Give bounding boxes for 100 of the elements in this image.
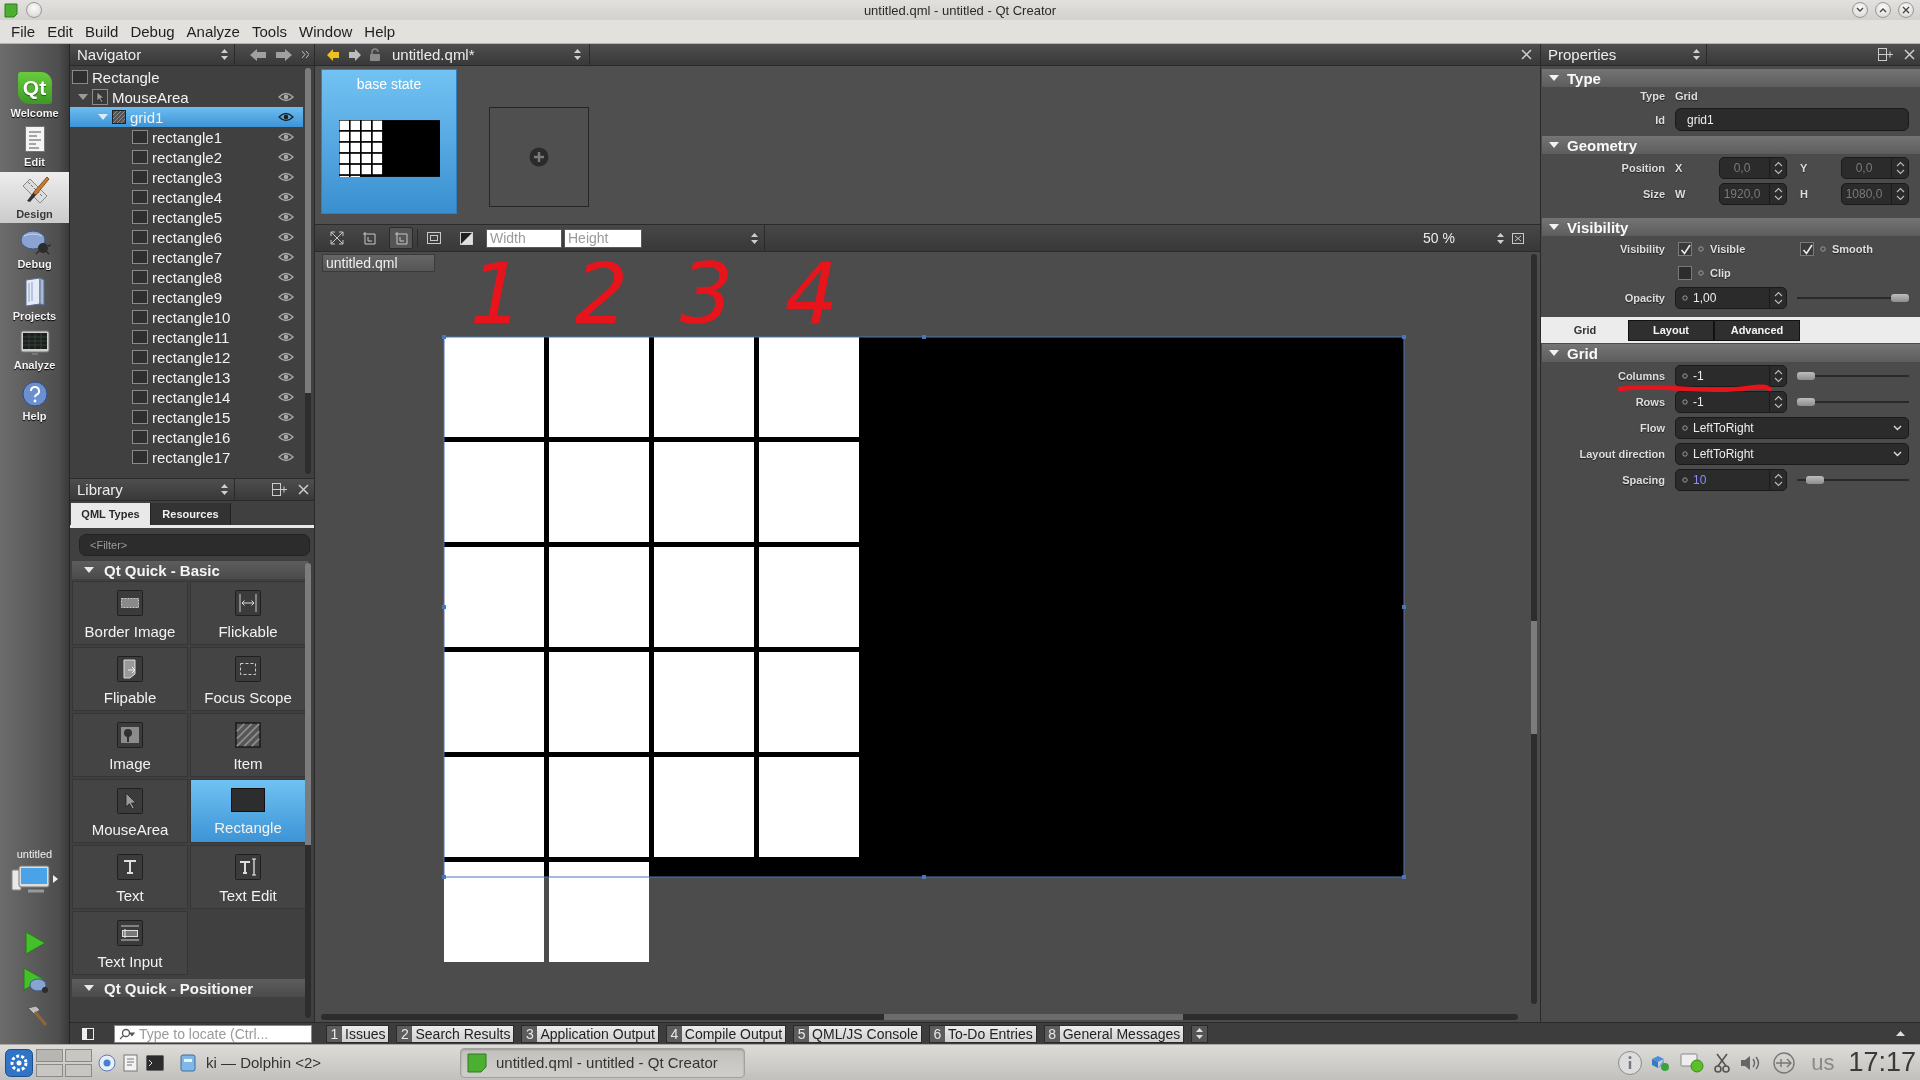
mode-button[interactable]: Help [0, 376, 69, 427]
panel-selector[interactable]: Properties [1541, 44, 1707, 65]
sidebar-toggle-button[interactable] [80, 1025, 96, 1042]
tree-item[interactable]: rectangle3 [70, 167, 303, 187]
section-header[interactable]: Qt Quick - Basic [72, 561, 308, 579]
library-item[interactable]: Item [190, 713, 306, 777]
library-item[interactable]: Image [72, 713, 188, 777]
zoom-selector[interactable]: 50 % [1400, 225, 1510, 251]
tab[interactable]: Layout [1628, 319, 1714, 341]
section-header[interactable]: Qt Quick - Positioner [72, 979, 308, 997]
tree-item[interactable]: rectangle7 [70, 247, 303, 267]
info-icon[interactable] [1617, 1049, 1644, 1076]
tab[interactable]: Advanced [1714, 319, 1800, 341]
eye-icon[interactable] [278, 352, 294, 362]
section-header[interactable]: Visibility [1542, 218, 1920, 236]
spin-box[interactable]: -1 [1675, 365, 1787, 387]
eye-icon[interactable] [278, 412, 294, 422]
height-field[interactable]: Height [564, 228, 642, 248]
checkbox[interactable] [1678, 266, 1692, 280]
menu-item[interactable]: Tools [245, 20, 293, 43]
tree-item[interactable]: rectangle1 [70, 127, 303, 147]
scrollbar[interactable] [305, 563, 311, 1018]
tab[interactable]: QML Types [71, 503, 151, 525]
eye-icon[interactable] [278, 312, 294, 322]
checkbox[interactable] [1800, 242, 1814, 256]
library-item[interactable]: MouseArea [72, 779, 188, 843]
tree-item[interactable]: rectangle8 [70, 267, 303, 287]
library-item[interactable]: Flickable [190, 581, 306, 645]
tree-item[interactable]: rectangle10 [70, 307, 303, 327]
panel-selector[interactable]: Navigator [70, 44, 235, 65]
globe-icon[interactable] [98, 1053, 116, 1072]
locator-field[interactable]: Type to locate (Ctrl... [114, 1024, 312, 1043]
tree-item[interactable]: MouseArea [70, 87, 303, 107]
menu-item[interactable]: Help [358, 20, 402, 43]
spin-box[interactable]: 1,00 [1675, 287, 1787, 309]
eye-icon[interactable] [278, 332, 294, 342]
notes-icon[interactable] [122, 1053, 140, 1072]
scrollbar[interactable] [321, 1014, 1518, 1020]
output-pane-button[interactable]: 2 Search Results [396, 1024, 515, 1043]
eye-icon[interactable] [278, 292, 294, 302]
tab[interactable]: Grid [1542, 319, 1628, 341]
eye-icon[interactable] [278, 232, 294, 242]
slider-track[interactable] [1797, 398, 1909, 406]
tree-item[interactable]: rectangle4 [70, 187, 303, 207]
task-button[interactable]: untitled.qml - untitled - Qt Creator [460, 1047, 745, 1078]
tree-item[interactable]: rectangle11 [70, 327, 303, 347]
eye-icon[interactable] [278, 192, 294, 202]
mode-button[interactable]: Design [0, 172, 69, 223]
section-header[interactable]: Geometry [1542, 136, 1920, 154]
scrollbar[interactable] [305, 68, 311, 474]
maximize-button[interactable] [1875, 2, 1891, 18]
eye-icon[interactable] [278, 272, 294, 282]
menu-item[interactable]: Debug [124, 20, 181, 43]
slider-track[interactable] [1797, 294, 1909, 302]
filter-field[interactable]: <Filter> [79, 534, 310, 556]
combo-box[interactable]: LeftToRight [1675, 443, 1909, 465]
library-item[interactable]: Text Input [72, 911, 188, 975]
library-item[interactable]: Flipable [72, 647, 188, 711]
tree-item[interactable]: rectangle16 [70, 427, 303, 447]
slider-thumb[interactable] [1797, 398, 1815, 406]
tree-item[interactable]: rectangle12 [70, 347, 303, 367]
document-tab[interactable]: untitled.qml [322, 254, 435, 272]
mode-button[interactable]: Debug [0, 223, 69, 274]
width-field[interactable]: Width [486, 228, 562, 248]
library-item[interactable]: Focus Scope [190, 647, 306, 711]
menu-item[interactable]: File [5, 20, 42, 43]
spin-box[interactable]: -1 [1675, 391, 1787, 413]
eye-icon[interactable] [278, 172, 294, 182]
library-item[interactable]: Border Image [72, 581, 188, 645]
tab[interactable]: Resources [151, 503, 231, 525]
tree-item[interactable]: rectangle17 [70, 447, 303, 467]
tree-item[interactable]: rectangle5 [70, 207, 303, 227]
section-header[interactable]: Type [1542, 69, 1920, 87]
output-pane-button[interactable]: 4 Compile Output [665, 1024, 787, 1043]
file-selector[interactable]: untitled.qml* [386, 44, 590, 65]
combo-box[interactable]: LeftToRight [1675, 417, 1909, 439]
tree-item[interactable]: rectangle6 [70, 227, 303, 247]
eye-icon[interactable] [278, 152, 294, 162]
panel-selector[interactable]: Library [70, 479, 235, 500]
eye-icon[interactable] [278, 372, 294, 382]
mode-button[interactable]: Projects [0, 274, 69, 325]
output-pane-button[interactable]: 1 Issues [326, 1024, 390, 1043]
mode-button[interactable]: Edit [0, 121, 69, 172]
section-header[interactable]: Grid [1542, 344, 1920, 362]
spin-box[interactable]: 10 [1675, 469, 1787, 491]
eye-icon[interactable] [278, 392, 294, 402]
menu-item[interactable]: Analyze [180, 20, 246, 43]
output-pane-button[interactable]: 6 To-Do Entries [928, 1024, 1037, 1043]
terminal-icon[interactable] [146, 1054, 164, 1071]
slider-track[interactable] [1797, 372, 1909, 380]
minimize-button[interactable] [1852, 2, 1868, 18]
eye-icon[interactable] [278, 452, 294, 462]
eye-icon[interactable] [278, 92, 294, 102]
task-button[interactable]: ki — Dolphin <2> [172, 1047, 457, 1078]
slider-thumb[interactable] [1891, 294, 1909, 302]
output-pane-button[interactable]: 5 QML/JS Console [793, 1024, 922, 1043]
eye-icon[interactable] [278, 432, 294, 442]
menu-item[interactable]: Build [79, 20, 125, 43]
reset-view-button[interactable] [1510, 230, 1526, 246]
forward-button[interactable] [347, 46, 363, 63]
